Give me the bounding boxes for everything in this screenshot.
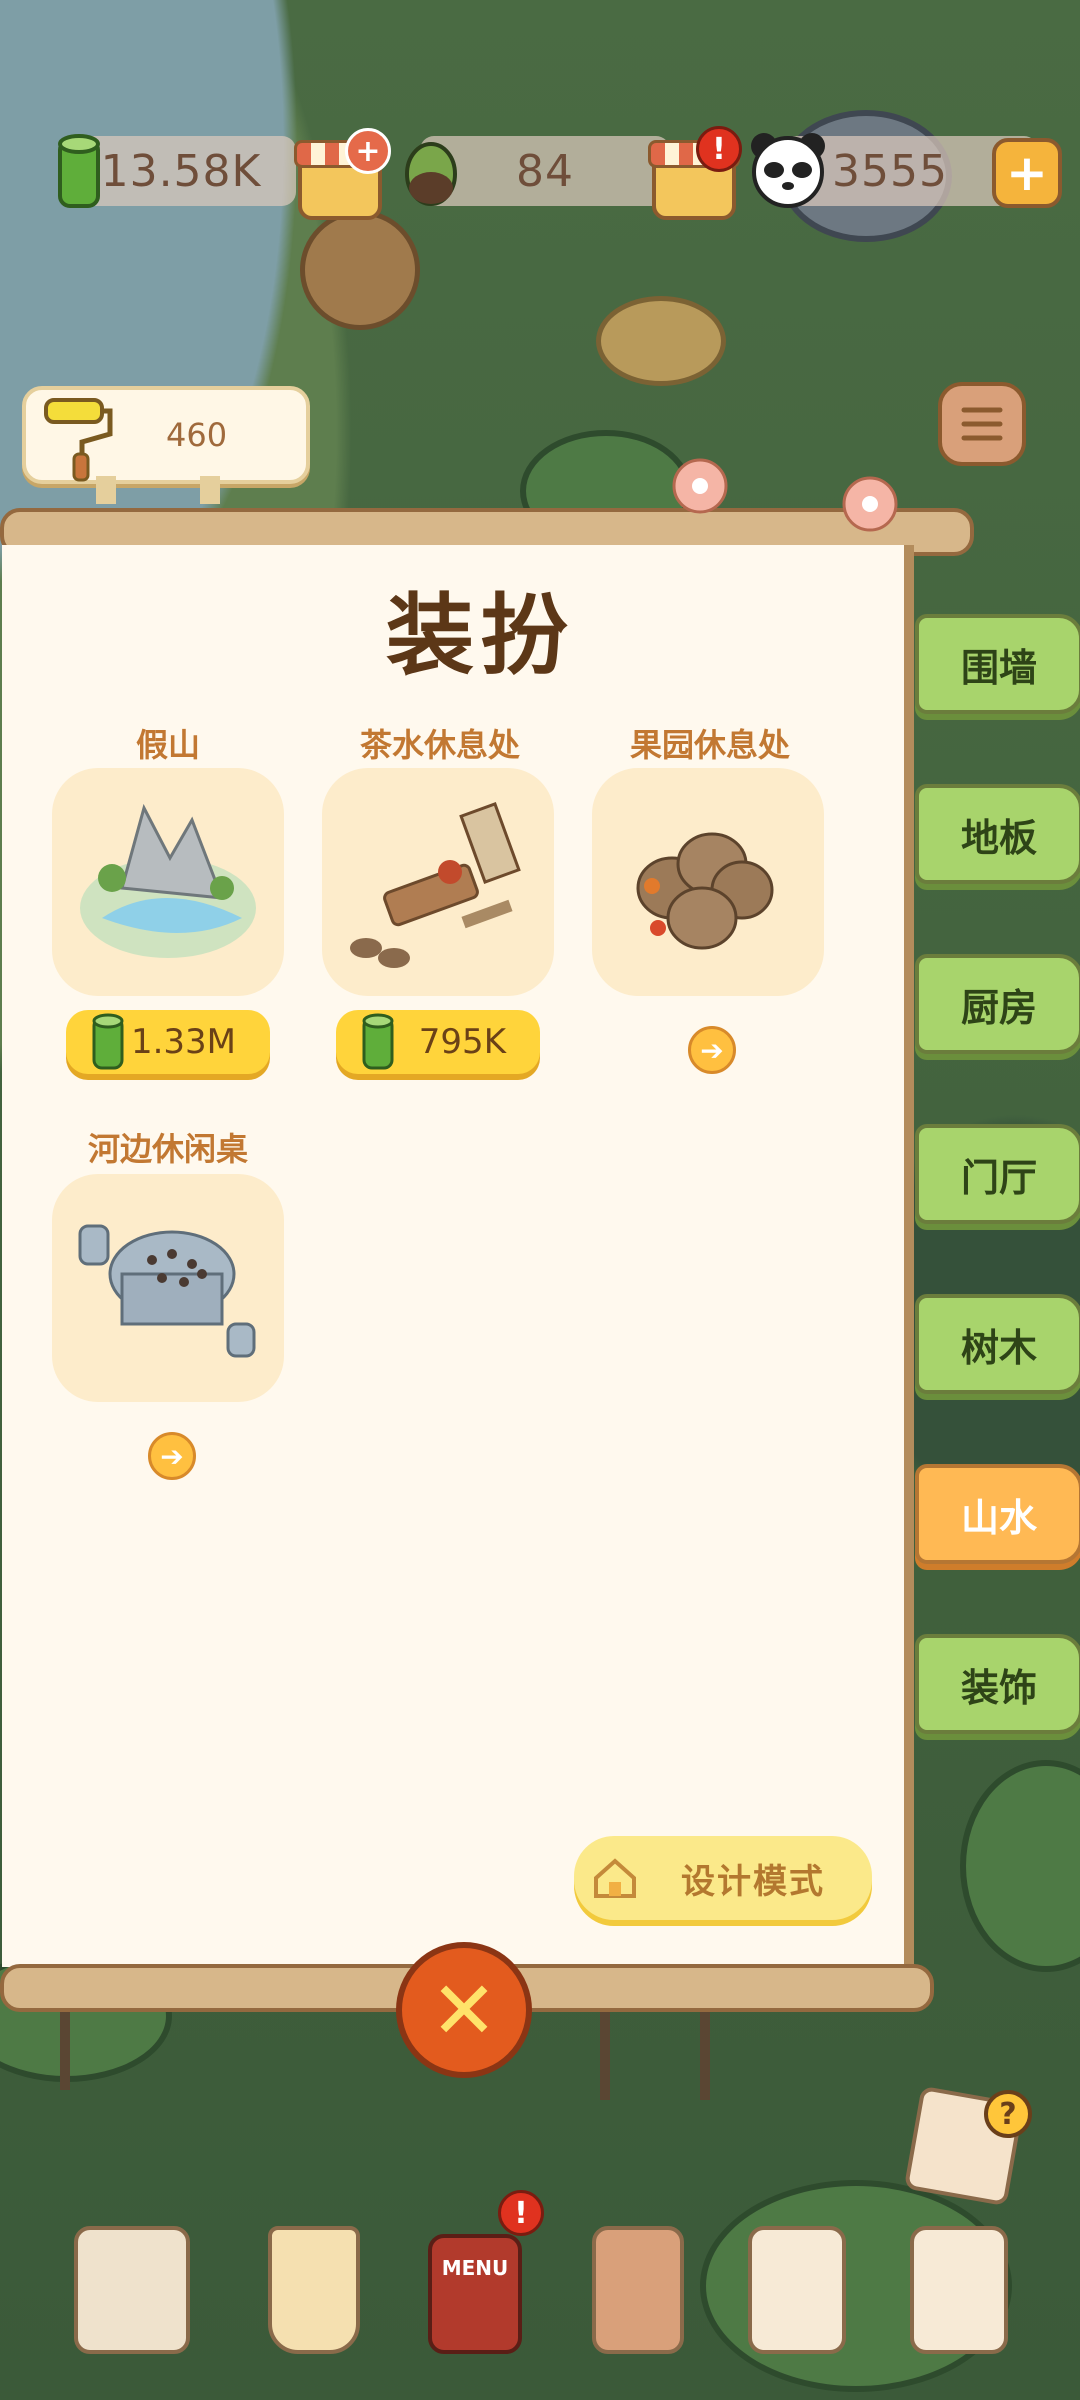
leaf-bundle-icon — [405, 142, 457, 206]
tray-decoration — [596, 296, 726, 386]
tab-wall[interactable]: 围墙 — [915, 614, 1080, 714]
flower-decoration — [672, 458, 728, 514]
sign-post — [200, 476, 220, 504]
tab-landscape[interactable]: 山水 — [915, 1464, 1080, 1564]
bag-icon[interactable] — [592, 2226, 684, 2354]
arrow-right-icon[interactable]: ➔ — [148, 1432, 196, 1480]
bamboo-counter-value: 13.58K — [100, 145, 262, 197]
trunk-decoration — [700, 2010, 710, 2100]
map-icon[interactable] — [74, 2226, 190, 2354]
paint-counter-value: 460 — [166, 416, 228, 454]
item-name: 果园休息处 — [629, 726, 790, 764]
item-card-rockery[interactable] — [52, 768, 284, 996]
bamboo-icon — [92, 1013, 124, 1070]
alert-badge-icon: ! — [498, 2190, 544, 2236]
alert-badge-icon: ! — [696, 126, 742, 172]
item-card-orchard-rest-area[interactable] — [592, 768, 824, 996]
tree-decoration — [960, 1760, 1080, 1972]
arrow-right-icon[interactable]: ➔ — [688, 1026, 736, 1074]
price-button[interactable]: 795K — [336, 1010, 540, 1074]
item-name: 茶水休息处 — [359, 726, 520, 764]
paint-counter: 460 — [22, 386, 310, 484]
panda-icon — [751, 133, 825, 208]
riverside-table-image — [78, 1224, 256, 1358]
tab-kitchen[interactable]: 厨房 — [915, 954, 1080, 1054]
tab-decoration[interactable]: 装饰 — [915, 1634, 1080, 1734]
bamboo-icon — [58, 134, 100, 208]
tea-rest-area-image — [350, 802, 521, 968]
tab-trees[interactable]: 树木 — [915, 1294, 1080, 1394]
panda-coin-counter-value: 3555 — [832, 145, 948, 197]
design-mode-button[interactable]: 设计模式 — [574, 1836, 872, 1920]
paint-bucket-icon[interactable] — [268, 2226, 360, 2354]
plus-badge-icon[interactable]: + — [345, 128, 391, 174]
basket-decoration — [300, 210, 420, 330]
close-icon: ✕ — [430, 1963, 498, 2057]
item-card-riverside-table[interactable] — [52, 1174, 284, 1402]
leaves-counter-value: 84 — [516, 145, 574, 197]
orchard-rest-area-image — [636, 832, 774, 950]
item-card-tea-rest-area[interactable] — [322, 768, 554, 996]
close-button[interactable]: ✕ — [396, 1942, 532, 2078]
trunk-decoration — [600, 2010, 610, 2100]
trunk-decoration — [60, 2010, 70, 2090]
menu-book-label: MENU — [441, 2256, 509, 2280]
flower-decoration — [842, 476, 898, 532]
house-icon — [594, 1858, 636, 1898]
item-name: 河边休闲桌 — [87, 1130, 248, 1168]
tab-hall[interactable]: 门厅 — [915, 1124, 1080, 1224]
list-icon — [961, 407, 1003, 441]
paint-roller-icon — [44, 398, 113, 482]
help-badge-icon[interactable]: ? — [984, 2090, 1032, 2138]
list-menu-button[interactable] — [938, 382, 1026, 466]
shop-box-icon[interactable] — [910, 2226, 1008, 2354]
item-name: 假山 — [135, 726, 200, 764]
rockery-image — [80, 803, 256, 958]
price-value: 1.33M — [130, 1022, 236, 1062]
panda-card-icon[interactable] — [748, 2226, 846, 2354]
design-mode-label: 设计模式 — [681, 1861, 825, 1902]
menu-book-icon[interactable]: MENU — [428, 2234, 522, 2354]
panel-title: 装扮 — [385, 584, 574, 687]
tab-floor[interactable]: 地板 — [915, 784, 1080, 884]
price-value: 795K — [418, 1022, 506, 1062]
sign-post — [96, 476, 116, 504]
bamboo-icon — [362, 1013, 394, 1070]
price-button[interactable]: 1.33M — [66, 1010, 270, 1074]
add-coins-button[interactable]: + — [992, 138, 1062, 208]
